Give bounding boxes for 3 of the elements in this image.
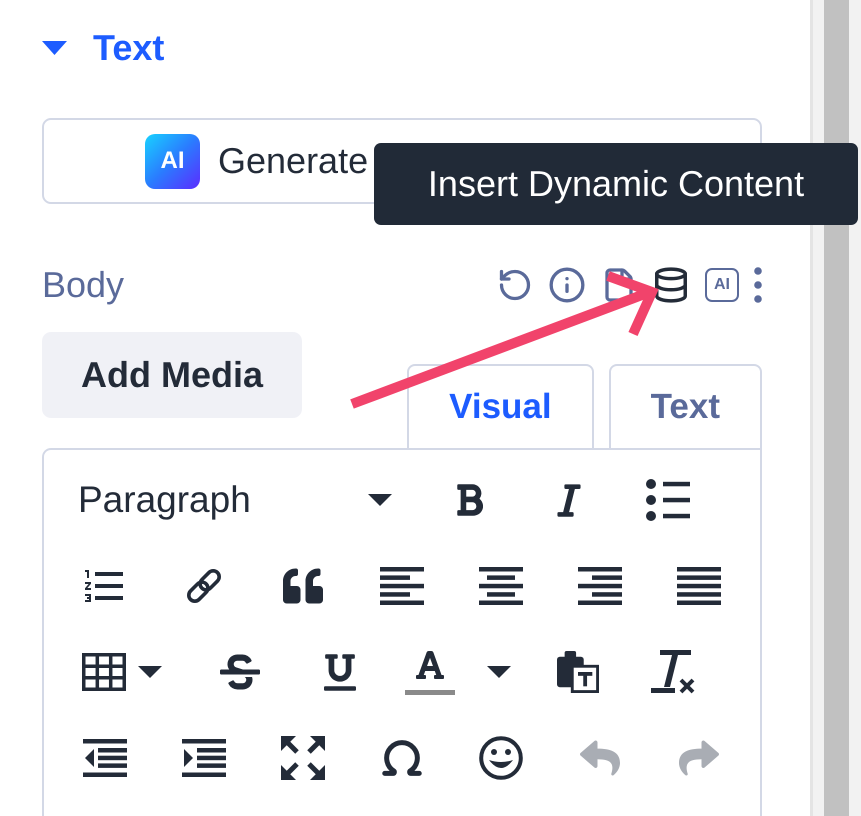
ai-logo: AI	[145, 134, 200, 188]
field-label: Body	[42, 264, 124, 306]
tooltip: Insert Dynamic Content	[374, 143, 858, 225]
